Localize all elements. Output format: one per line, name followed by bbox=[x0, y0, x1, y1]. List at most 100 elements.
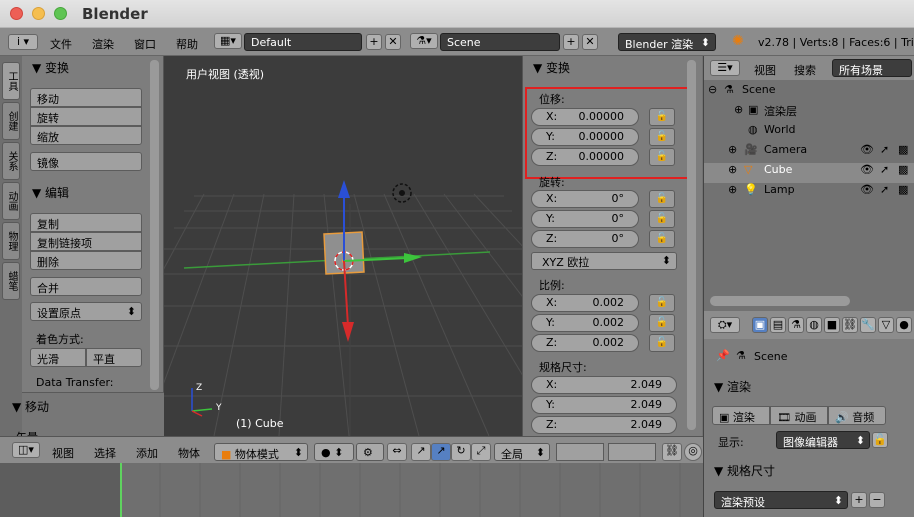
render-button[interactable]: ▣ 渲染 bbox=[712, 406, 770, 425]
outliner-row-cube[interactable]: ⊕ ▽ Cube 👁 ➚ ▩ bbox=[704, 163, 914, 183]
display-select[interactable]: 图像编辑器 ⬍ bbox=[776, 431, 870, 449]
lock-layers-icon[interactable]: ⛓ bbox=[662, 443, 682, 461]
render-context-icon[interactable]: ▣ bbox=[752, 317, 768, 333]
collapse-icon[interactable]: ⊖ bbox=[708, 83, 717, 96]
outliner-row-camera[interactable]: ⊕ 🎥 Camera 👁 ➚ ▩ bbox=[704, 143, 914, 163]
x-manipulator-arrow-icon[interactable] bbox=[342, 322, 354, 342]
visibility-eye-icon[interactable]: 👁 bbox=[860, 143, 874, 156]
rotate-button[interactable]: 旋转 bbox=[30, 107, 142, 126]
shade-flat-button[interactable]: 平直 bbox=[86, 348, 142, 367]
lock-icon[interactable]: 🔓 bbox=[649, 210, 675, 228]
rotate-manipulator-icon[interactable]: ↻ bbox=[451, 443, 471, 461]
menu-select[interactable]: 选择 bbox=[94, 445, 116, 461]
outliner-filter-select[interactable]: 所有场景 bbox=[832, 59, 912, 77]
expand-icon[interactable]: ⊕ bbox=[728, 183, 737, 196]
add-scene-icon[interactable]: + bbox=[563, 34, 579, 50]
timeline[interactable] bbox=[0, 463, 703, 517]
edit-panel-title[interactable]: ▼ 编辑 bbox=[32, 184, 69, 201]
sidebar-scrollbar[interactable] bbox=[687, 60, 696, 430]
lock-icon[interactable]: 🔓 bbox=[649, 190, 675, 208]
menu-view[interactable]: 视图 bbox=[52, 445, 74, 461]
remove-scene-icon[interactable]: ✕ bbox=[582, 34, 598, 50]
shade-smooth-button[interactable]: 光滑 bbox=[30, 348, 86, 367]
add-preset-icon[interactable]: + bbox=[851, 492, 867, 508]
outliner-menu-view[interactable]: 视图 bbox=[754, 62, 776, 78]
minimize-window-button[interactable] bbox=[32, 7, 45, 20]
lock-icon[interactable]: 🔓 bbox=[649, 334, 675, 352]
outliner-row-lamp[interactable]: ⊕ 💡 Lamp 👁 ➚ ▩ bbox=[704, 183, 914, 203]
dimension-z-field[interactable]: Z: 2.049 bbox=[531, 416, 677, 434]
scene-icon[interactable]: ⚗▾ bbox=[410, 33, 438, 49]
outliner-menu-search[interactable]: 搜索 bbox=[794, 62, 816, 78]
outliner-h-scrollbar[interactable] bbox=[710, 296, 850, 306]
rotation-z-field[interactable]: Z: 0° bbox=[531, 230, 639, 248]
dimension-y-field[interactable]: Y: 2.049 bbox=[531, 396, 677, 414]
render-preview-icon[interactable]: ◎ bbox=[684, 443, 702, 461]
translate-manipulator-icon[interactable]: ↗ bbox=[431, 443, 451, 461]
maximize-window-button[interactable] bbox=[54, 7, 67, 20]
mirror-button[interactable]: 镜像 bbox=[30, 152, 142, 171]
add-layout-icon[interactable]: + bbox=[366, 34, 382, 50]
render-preset-select[interactable]: 渲染预设 ⬍ bbox=[714, 491, 848, 509]
tab-tools[interactable]: 工具 bbox=[2, 62, 20, 100]
layout-icon[interactable]: ▦▾ bbox=[214, 33, 242, 49]
constraints-context-icon[interactable]: ⛓ bbox=[842, 317, 858, 333]
material-context-icon[interactable]: ● bbox=[896, 317, 912, 333]
render-panel-title[interactable]: ▼ 渲染 bbox=[714, 378, 751, 395]
render-engine-select[interactable]: Blender 渲染 ⬍ bbox=[618, 33, 716, 51]
z-manipulator-arrow-icon[interactable] bbox=[338, 180, 350, 198]
tool-shelf-scrollbar[interactable] bbox=[150, 60, 159, 390]
layer-buttons-a[interactable] bbox=[556, 443, 604, 461]
pin-icon[interactable]: 📌 bbox=[716, 349, 730, 362]
rotation-mode-select[interactable]: XYZ 欧拉 ⬍ bbox=[531, 252, 677, 270]
menu-help[interactable]: 帮助 bbox=[176, 36, 198, 52]
duplicate-linked-button[interactable]: 复制链接项 bbox=[30, 232, 142, 251]
transform-orientation-select[interactable]: 全局 ⬍ bbox=[494, 443, 550, 461]
move-button[interactable]: 移动 bbox=[30, 88, 142, 107]
delete-button[interactable]: 删除 bbox=[30, 251, 142, 270]
tab-relations[interactable]: 关系 bbox=[2, 142, 20, 180]
layout-field[interactable]: Default bbox=[244, 33, 362, 51]
object-context-icon[interactable]: ■ bbox=[824, 317, 840, 333]
3d-viewport[interactable]: Z Y 用户视图 (透视) (1) Cube bbox=[164, 56, 522, 436]
lock-icon[interactable]: 🔓 bbox=[649, 230, 675, 248]
manipulator-toggle-icon[interactable]: ↗ bbox=[411, 443, 431, 461]
lock-icon[interactable]: 🔓 bbox=[649, 314, 675, 332]
menu-object[interactable]: 物体 bbox=[178, 445, 200, 461]
expand-icon[interactable]: ⊕ bbox=[734, 103, 743, 116]
pivot-point-select[interactable]: ⚙ bbox=[356, 443, 384, 461]
tab-animation[interactable]: 动画 bbox=[2, 182, 20, 220]
outliner-editor-type-icon[interactable]: ☰▾ bbox=[710, 60, 740, 76]
animation-button[interactable]: 🎞 动画 bbox=[770, 406, 828, 425]
lock-icon[interactable]: 🔓 bbox=[872, 432, 888, 448]
scale-x-field[interactable]: X: 0.002 bbox=[531, 294, 639, 312]
tab-grease-pencil[interactable]: 蜡笔 bbox=[2, 262, 20, 300]
render-layers-context-icon[interactable]: ▤ bbox=[770, 317, 786, 333]
audio-button[interactable]: 🔊 音频 bbox=[828, 406, 886, 425]
close-window-button[interactable] bbox=[10, 7, 23, 20]
info-editor-type-button[interactable]: i ▾ bbox=[8, 34, 38, 50]
mode-select[interactable]: ■ 物体模式 ⬍ bbox=[214, 443, 308, 461]
select-cursor-icon[interactable]: ➚ bbox=[880, 163, 889, 176]
dimension-x-field[interactable]: X: 2.049 bbox=[531, 376, 677, 394]
lock-icon[interactable]: 🔓 bbox=[649, 294, 675, 312]
data-context-icon[interactable]: ▽ bbox=[878, 317, 894, 333]
viewport-shading-select[interactable]: ● ⬍ bbox=[314, 443, 354, 461]
properties-editor-type-icon[interactable]: ⛭▾ bbox=[710, 317, 740, 333]
outliner-row-world[interactable]: ◍ World bbox=[704, 123, 914, 143]
outliner-row-scene[interactable]: ⊖ ⚗ Scene bbox=[704, 83, 914, 103]
menu-add[interactable]: 添加 bbox=[136, 445, 158, 461]
scale-button[interactable]: 缩放 bbox=[30, 126, 142, 145]
visibility-eye-icon[interactable]: 👁 bbox=[860, 183, 874, 196]
move-operator-title[interactable]: ▼ 移动 bbox=[12, 398, 49, 415]
scene-context-icon[interactable]: ⚗ bbox=[788, 317, 804, 333]
layer-buttons-b[interactable] bbox=[608, 443, 656, 461]
visibility-eye-icon[interactable]: 👁 bbox=[860, 163, 874, 176]
menu-window[interactable]: 窗口 bbox=[134, 36, 156, 52]
tab-create[interactable]: 创建 bbox=[2, 102, 20, 140]
scale-z-field[interactable]: Z: 0.002 bbox=[531, 334, 639, 352]
tab-physics[interactable]: 物理 bbox=[2, 222, 20, 260]
menu-render[interactable]: 渲染 bbox=[92, 36, 114, 52]
render-camera-icon[interactable]: ▩ bbox=[898, 183, 908, 196]
transform-panel-title[interactable]: ▼ 变换 bbox=[32, 59, 69, 76]
